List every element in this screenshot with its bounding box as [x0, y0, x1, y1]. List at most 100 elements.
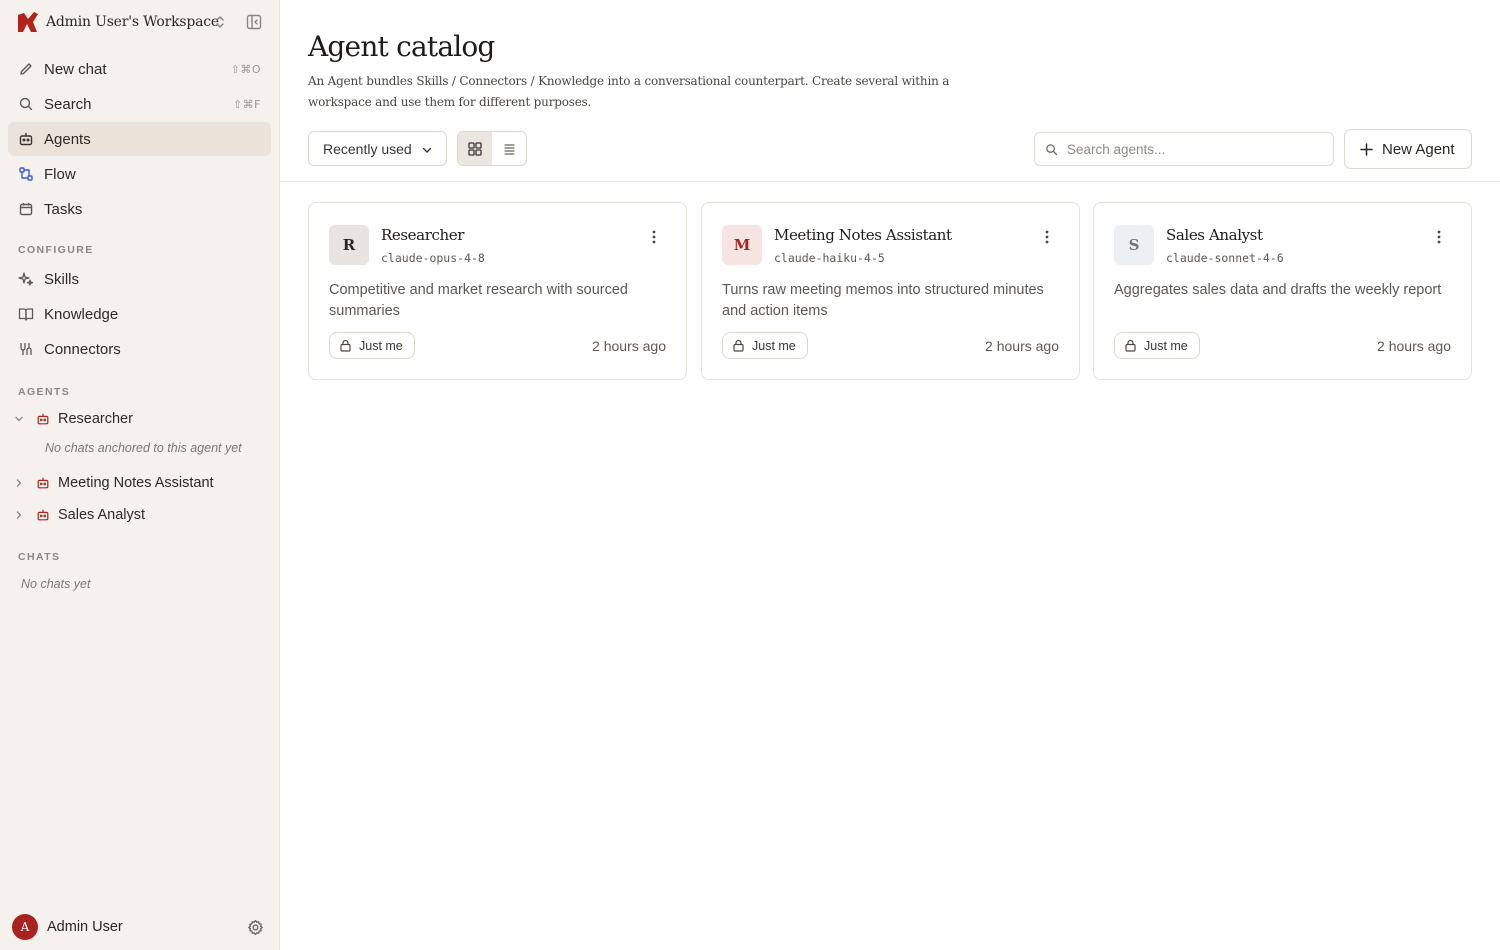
lock-icon	[340, 339, 351, 352]
visibility-badge: Just me	[329, 332, 415, 359]
sort-dropdown[interactable]: Recently used	[308, 131, 447, 166]
nav-search[interactable]: Search ⇧⌘F	[8, 87, 271, 121]
chevron-right-icon[interactable]	[14, 478, 24, 488]
agent-updated: 2 hours ago	[985, 338, 1059, 354]
chevron-right-icon[interactable]	[14, 510, 24, 520]
page-title: Agent catalog	[308, 30, 495, 63]
lock-icon	[733, 339, 744, 352]
agent-monogram: S	[1114, 225, 1154, 265]
nav-agents-label: Agents	[44, 130, 91, 148]
toolbar-divider	[280, 181, 1500, 182]
connector-icon	[20, 343, 32, 355]
nav-new-chat-shortcut: ⇧⌘O	[230, 62, 261, 76]
robot-icon	[19, 133, 33, 146]
nav-skills-label: Skills	[44, 270, 80, 288]
agent-updated: 2 hours ago	[1377, 338, 1451, 354]
search-icon	[19, 97, 33, 111]
sort-dropdown-label: Recently used	[323, 140, 412, 157]
agent-model: claude-sonnet-4-6	[1166, 251, 1284, 265]
nav-search-label: Search	[44, 95, 92, 113]
workspace-logo-icon	[18, 12, 38, 32]
sidebar-agent-label: Sales Analyst	[58, 507, 146, 523]
visibility-badge: Just me	[722, 332, 808, 359]
agent-card-sales-analyst[interactable]: S Sales Analyst claude-sonnet-4-6 Aggreg…	[1093, 202, 1472, 380]
nav-search-shortcut: ⇧⌘F	[232, 97, 261, 111]
flow-icon	[19, 167, 33, 181]
calendar-icon	[19, 203, 33, 216]
nav-new-chat-label: New chat	[44, 60, 107, 78]
main-content: Agent catalog An Agent bundles Skills / …	[280, 0, 1500, 950]
robot-icon	[37, 509, 49, 521]
page-description: An Agent bundles Skills / Connectors / K…	[308, 74, 950, 109]
chats-section-label: CHATS	[18, 551, 61, 563]
sidebar-agent-meeting-notes[interactable]: Meeting Notes Assistant	[8, 468, 271, 498]
agent-card-researcher[interactable]: R Researcher claude-opus-4-8 Competitive…	[308, 202, 687, 380]
search-input[interactable]	[1067, 141, 1317, 157]
gear-icon[interactable]	[247, 919, 264, 936]
visibility-label: Just me	[752, 338, 796, 353]
list-view-button[interactable]	[492, 132, 526, 165]
nav-skills[interactable]: Skills	[8, 262, 271, 296]
more-vertical-icon[interactable]	[1431, 229, 1447, 245]
nav-knowledge[interactable]: Knowledge	[8, 297, 271, 331]
workspace-name: Admin User's Workspace	[46, 14, 219, 30]
agent-monogram: M	[722, 225, 762, 265]
nav-tasks[interactable]: Tasks	[8, 192, 271, 226]
grid-icon	[468, 141, 482, 156]
visibility-badge: Just me	[1114, 332, 1200, 359]
workspace-switcher[interactable]: Admin User's Workspace	[0, 0, 279, 44]
nav-knowledge-label: Knowledge	[44, 305, 119, 323]
new-agent-button[interactable]: New Agent	[1344, 129, 1472, 169]
agent-model: claude-opus-4-8	[381, 251, 485, 265]
configure-section-label: CONFIGURE	[18, 244, 94, 256]
robot-icon	[37, 413, 49, 425]
nav-connectors-label: Connectors	[44, 340, 121, 358]
list-icon	[504, 143, 515, 155]
sidebar-agent-label: Researcher	[58, 411, 133, 427]
new-agent-label: New Agent	[1382, 140, 1455, 158]
chats-empty-note: No chats yet	[21, 577, 91, 591]
nav-flow-label: Flow	[44, 165, 76, 183]
book-icon	[18, 308, 34, 321]
search-box	[1034, 132, 1334, 166]
agent-card-meeting-notes[interactable]: M Meeting Notes Assistant claude-haiku-4…	[701, 202, 1080, 380]
more-vertical-icon[interactable]	[1039, 229, 1055, 245]
sidebar-agent-sales-analyst[interactable]: Sales Analyst	[8, 500, 271, 530]
view-toggle	[457, 131, 527, 166]
chevron-down-icon[interactable]	[14, 414, 24, 424]
more-vertical-icon[interactable]	[646, 229, 662, 245]
nav-new-chat[interactable]: New chat ⇧⌘O	[8, 52, 271, 86]
sparkle-icon	[18, 272, 34, 286]
robot-icon	[37, 477, 49, 489]
chevron-down-icon	[422, 147, 432, 153]
user-menu[interactable]: A Admin User	[0, 904, 279, 950]
visibility-label: Just me	[1144, 338, 1188, 353]
agent-description: Competitive and market research with sou…	[329, 282, 628, 319]
search-icon	[1046, 143, 1058, 155]
plus-icon	[1360, 142, 1373, 156]
agent-description: Turns raw meeting memos into structured …	[722, 282, 1044, 319]
avatar: A	[12, 914, 38, 940]
nav-tasks-label: Tasks	[44, 200, 83, 218]
agent-monogram: R	[329, 225, 369, 265]
agent-name: Meeting Notes Assistant	[774, 226, 952, 244]
agent-model: claude-haiku-4-5	[774, 251, 885, 265]
nav-flow[interactable]: Flow	[8, 157, 271, 191]
sidebar-collapse-icon[interactable]	[246, 14, 262, 30]
nav-connectors[interactable]: Connectors	[8, 332, 271, 366]
agent-name: Sales Analyst	[1166, 226, 1263, 244]
agents-section-label: AGENTS	[18, 386, 71, 398]
agent-description: Aggregates sales data and drafts the wee…	[1114, 282, 1442, 298]
grid-view-button[interactable]	[458, 132, 492, 165]
agent-updated: 2 hours ago	[592, 338, 666, 354]
visibility-label: Just me	[359, 338, 403, 353]
lock-icon	[1125, 339, 1136, 352]
sidebar-agent-label: Meeting Notes Assistant	[58, 475, 214, 491]
chevron-up-down-icon[interactable]	[213, 14, 227, 30]
agent-name: Researcher	[381, 226, 464, 244]
sidebar-agent-researcher[interactable]: Researcher	[8, 404, 271, 434]
pencil-icon	[20, 63, 32, 75]
sidebar: Admin User's Workspace New chat ⇧⌘O Sear…	[0, 0, 280, 950]
nav-agents[interactable]: Agents	[8, 122, 271, 156]
user-name: Admin User	[47, 919, 123, 935]
